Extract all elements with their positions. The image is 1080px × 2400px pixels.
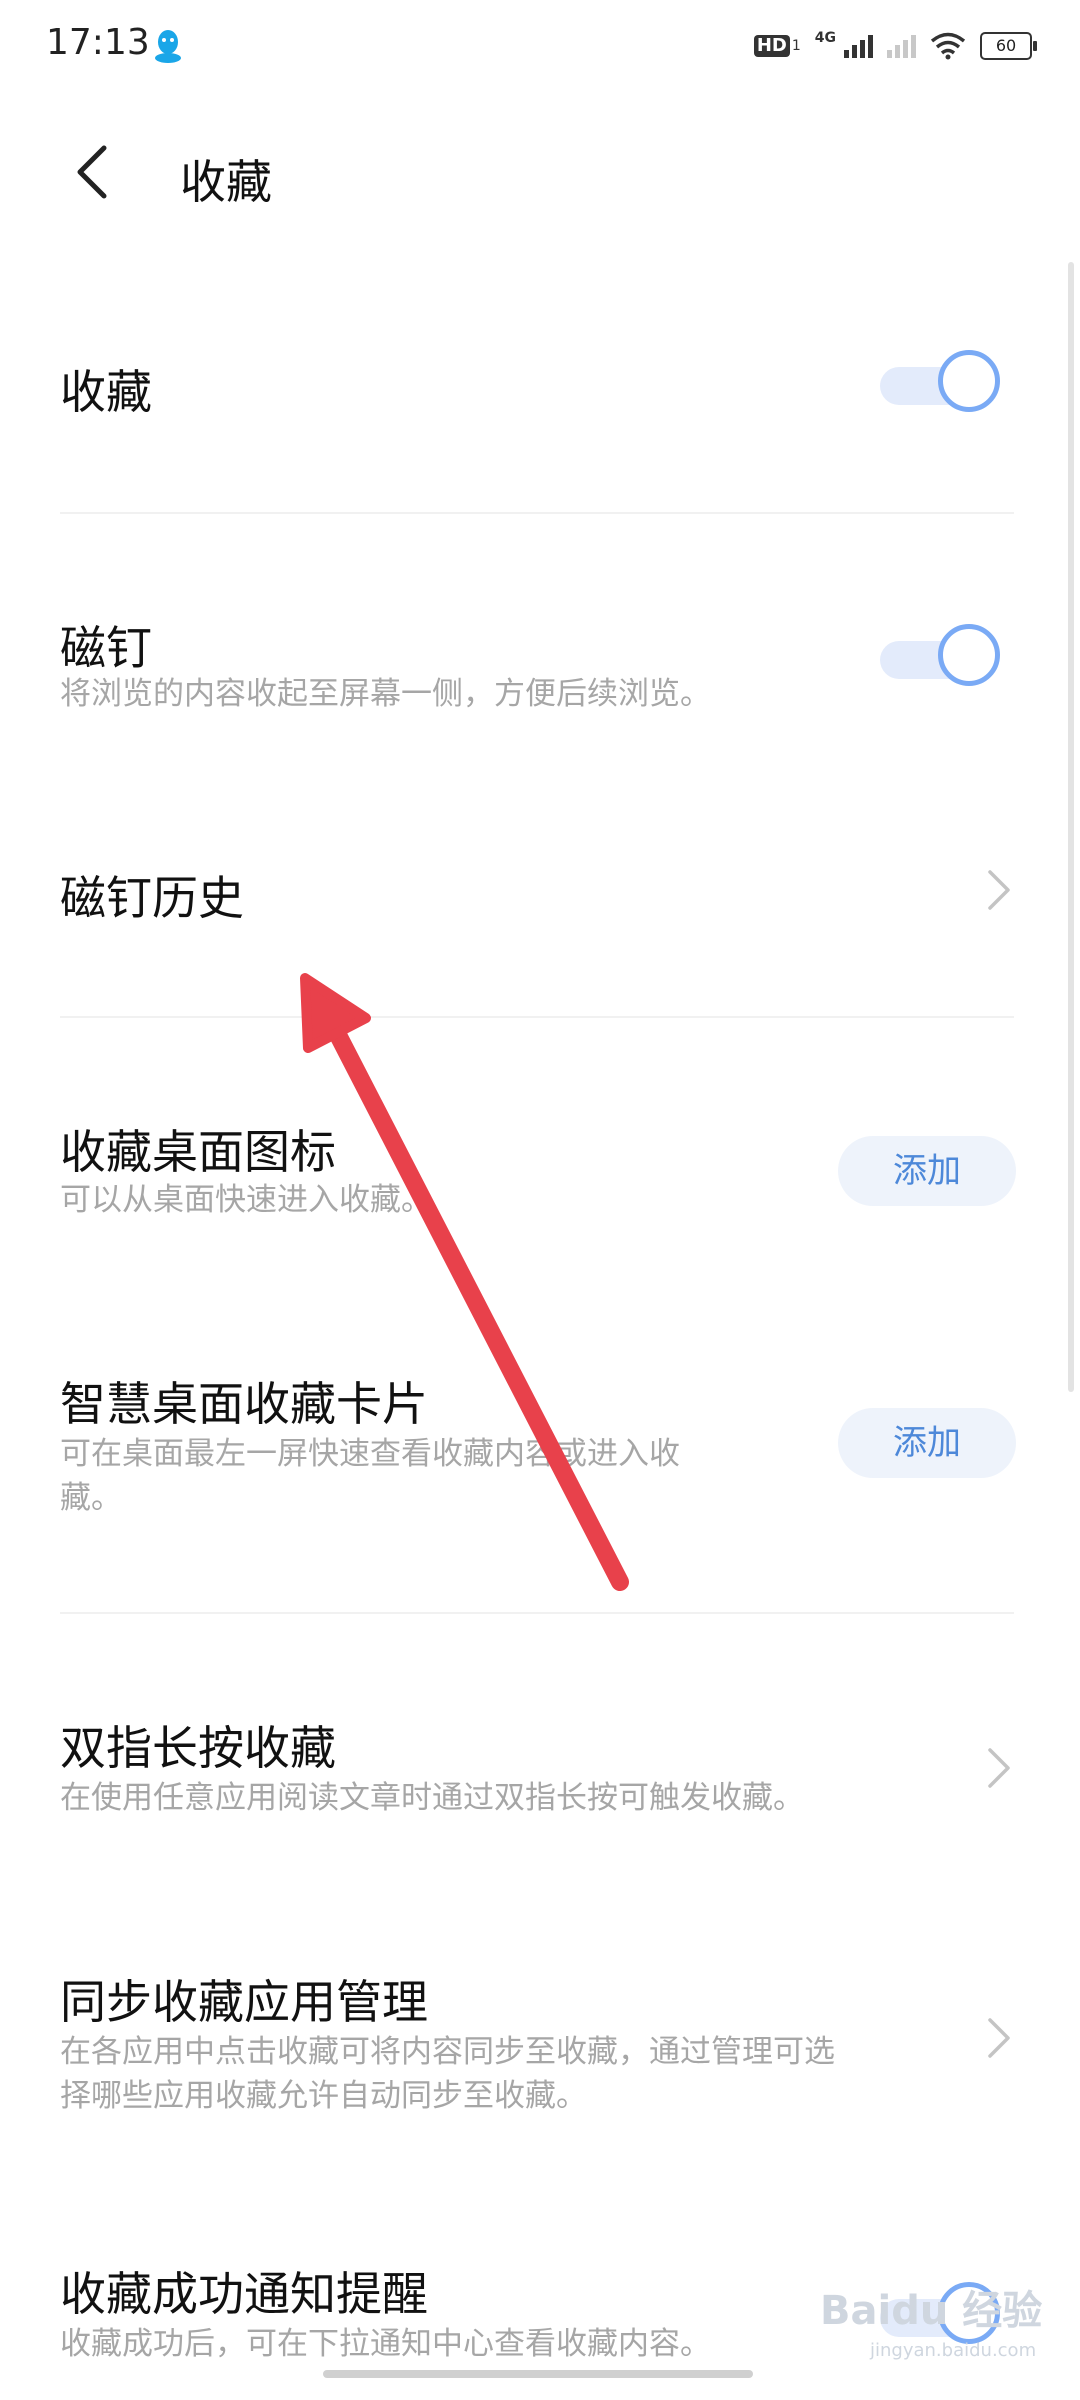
status-time: 17:13 — [46, 22, 150, 63]
signal-icon — [844, 34, 873, 58]
two-finger-subtitle: 在使用任意应用阅读文章时通过双指长按可触发收藏。 — [60, 1780, 804, 1816]
add-desktop-icon-button[interactable]: 添加 — [838, 1136, 1016, 1206]
pin-toggle[interactable] — [880, 624, 1000, 694]
smart-card-subtitle-line2: 藏。 — [60, 1480, 122, 1516]
battery-icon: 60 — [980, 32, 1037, 60]
page-title: 收藏 — [180, 155, 272, 209]
chevron-right-icon[interactable] — [984, 2016, 1014, 2060]
wifi-icon — [930, 32, 966, 60]
smart-card-subtitle-line1: 可在桌面最左一屏快速查看收藏内容或进入收 — [60, 1436, 680, 1472]
favorites-toggle[interactable] — [880, 350, 1000, 420]
desktop-icon-title: 收藏桌面图标 — [60, 1125, 336, 1179]
pin-history-title[interactable]: 磁钉历史 — [60, 862, 244, 928]
notify-subtitle: 收藏成功后，可在下拉通知中心查看收藏内容。 — [60, 2326, 711, 2362]
signal-2-icon — [887, 34, 916, 58]
toggle-knob — [938, 350, 1000, 412]
sync-apps-title[interactable]: 同步收藏应用管理 — [60, 1966, 428, 2032]
pin-subtitle: 将浏览的内容收起至屏幕一侧，方便后续浏览。 — [60, 676, 711, 712]
divider — [60, 1612, 1014, 1614]
watermark-url: jingyan.baidu.com — [870, 2340, 1037, 2361]
two-finger-title[interactable]: 双指长按收藏 — [60, 1712, 336, 1778]
chevron-right-icon[interactable] — [984, 868, 1014, 912]
back-button[interactable] — [62, 142, 122, 202]
desktop-icon-subtitle: 可以从桌面快速进入收藏。 — [60, 1182, 432, 1218]
hd-icon: HD — [753, 35, 790, 57]
add-smart-card-button[interactable]: 添加 — [838, 1408, 1016, 1478]
sync-apps-subtitle-line1: 在各应用中点击收藏可将内容同步至收藏，通过管理可选 — [60, 2034, 835, 2070]
smart-card-title: 智慧桌面收藏卡片 — [60, 1377, 428, 1431]
status-icons: HD 1 4G 60 — [753, 26, 1037, 66]
watermark: Baidu 经验 — [820, 2288, 1043, 2334]
sync-apps-subtitle-line2: 择哪些应用收藏允许自动同步至收藏。 — [60, 2078, 587, 2114]
pin-title: 磁钉 — [60, 621, 152, 675]
divider — [60, 512, 1014, 514]
scrollbar[interactable] — [1068, 262, 1074, 1392]
network-label: 4G — [814, 30, 836, 46]
toggle-knob — [938, 624, 1000, 686]
sim-number: 1 — [791, 38, 801, 54]
qq-icon — [155, 30, 181, 63]
chevron-right-icon[interactable] — [984, 1746, 1014, 1790]
divider — [60, 1016, 1014, 1018]
notify-title: 收藏成功通知提醒 — [60, 2267, 428, 2321]
favorites-title: 收藏 — [60, 365, 152, 419]
gesture-bar[interactable] — [323, 2370, 753, 2378]
